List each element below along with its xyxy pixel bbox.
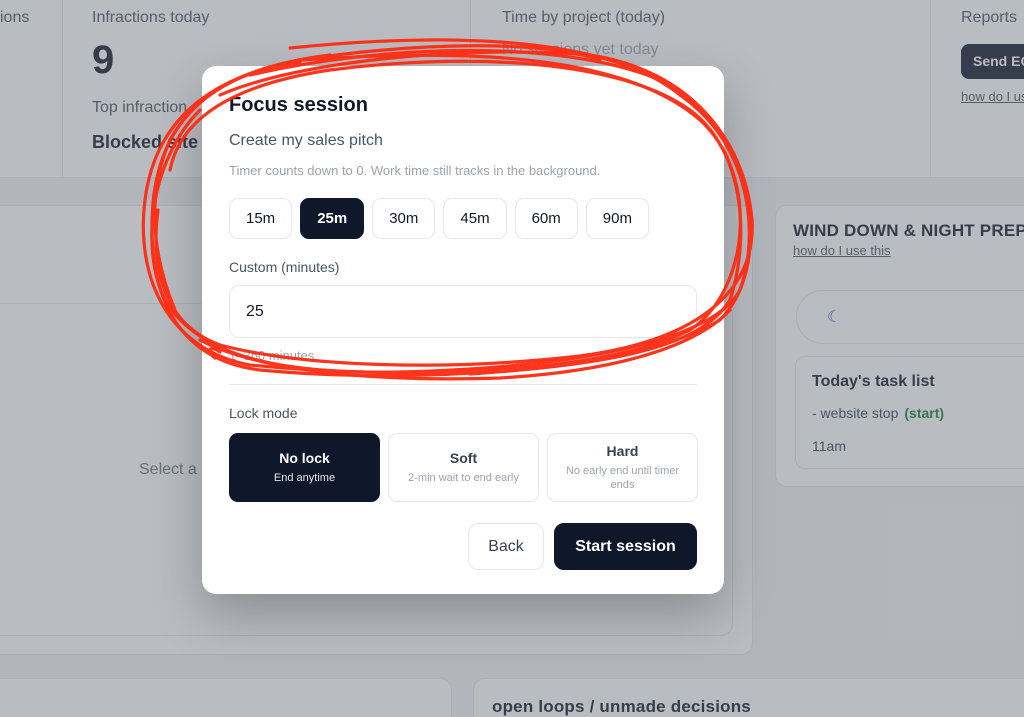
divider [229,384,697,385]
timer-hint: Timer counts down to 0. Work time still … [229,163,601,178]
dialog-title: Focus session [229,94,368,116]
lock-option-title: No lock [279,450,330,466]
range-hint: 1–360 minutes [229,348,315,363]
lock-option-title: Soft [449,450,478,466]
custom-minutes-input[interactable] [229,285,697,338]
session-task-name: Create my sales pitch [229,132,383,149]
lock-option-none[interactable]: No lock End anytime [229,433,380,502]
lock-option-title: Hard [606,443,639,459]
preset-90m-button[interactable]: 90m [585,198,649,239]
back-button[interactable]: Back [468,523,544,570]
preset-30m-button[interactable]: 30m [372,198,436,239]
lock-option-desc: End anytime [273,472,336,484]
lock-option-desc: 2-min wait to end early [408,472,519,484]
focus-session-dialog: Focus session Create my sales pitch Time… [202,66,724,594]
preset-60m-button[interactable]: 60m [514,198,578,239]
preset-45m-button[interactable]: 45m [443,198,507,239]
preset-25m-button[interactable]: 25m [300,198,365,239]
start-session-button[interactable]: Start session [554,523,697,570]
custom-minutes-label: Custom (minutes) [229,259,340,275]
duration-presets: 15m 25m 30m 45m 60m 90m [229,198,649,239]
preset-15m-button[interactable]: 15m [229,198,293,239]
lock-mode-options: No lock End anytime Soft 2-min wait to e… [229,433,698,502]
lock-option-soft[interactable]: Soft 2-min wait to end early [388,433,539,502]
lock-option-desc: No early end until timer ends [565,465,680,491]
lock-mode-label: Lock mode [229,405,298,421]
lock-option-hard[interactable]: Hard No early end until timer ends [547,433,698,502]
